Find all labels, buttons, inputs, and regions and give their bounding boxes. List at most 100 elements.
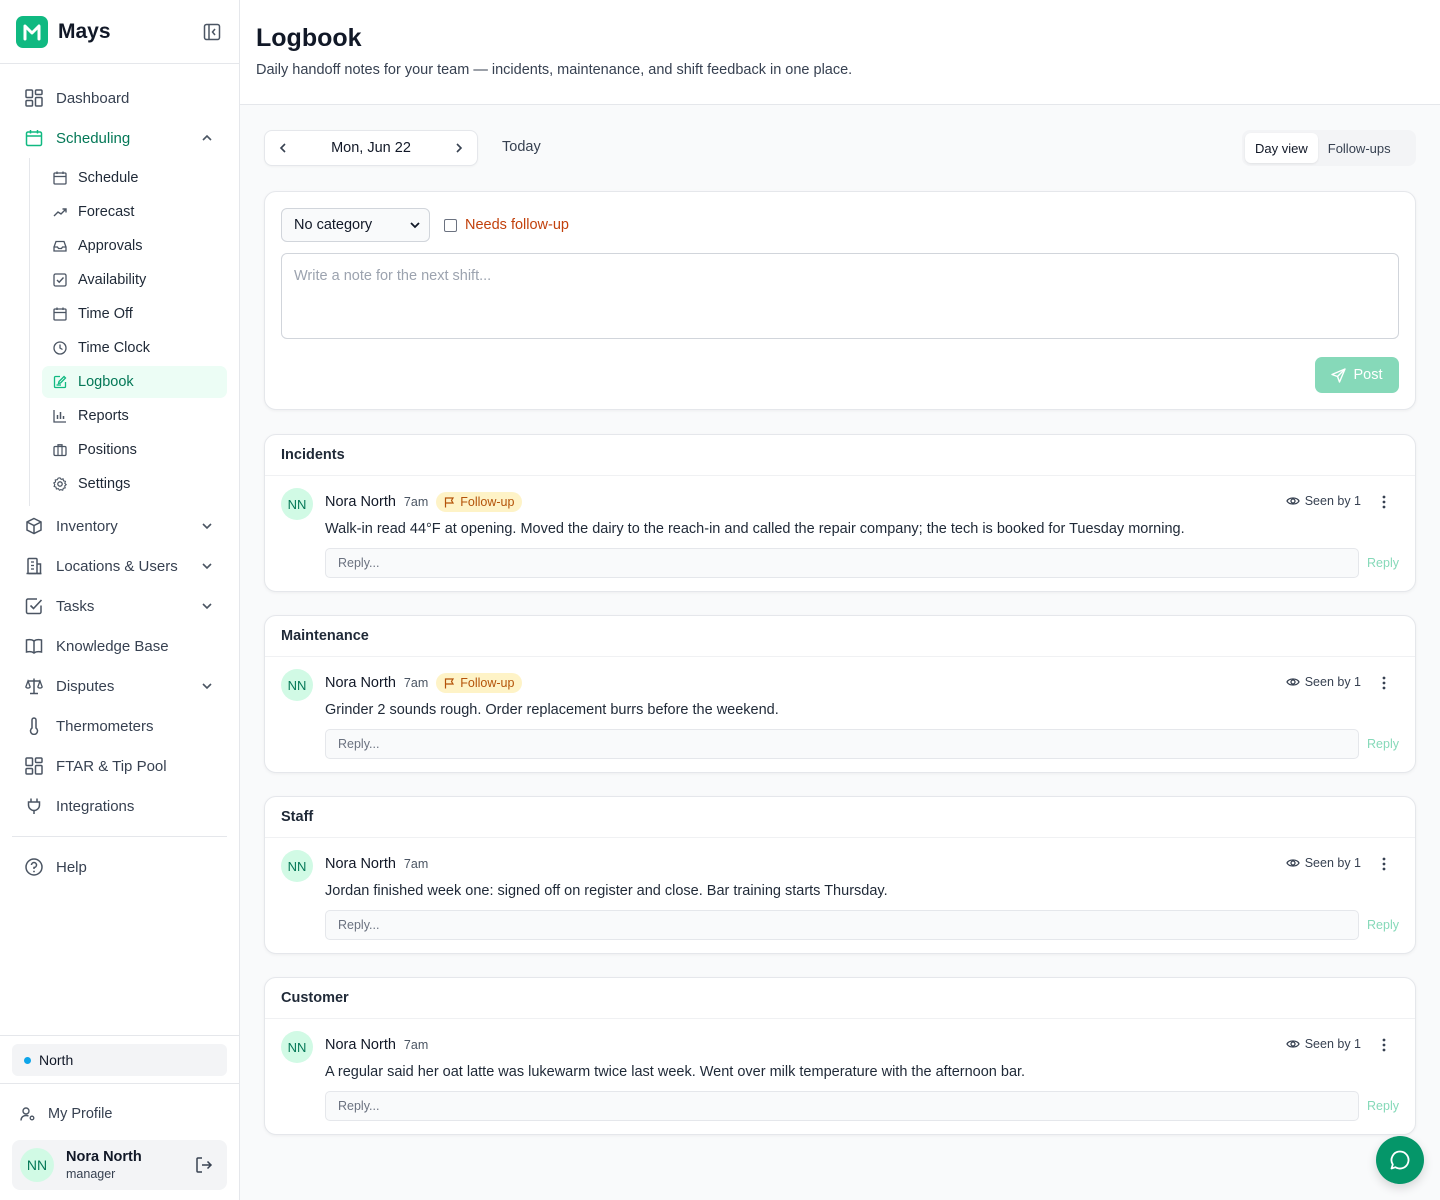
eye-icon: [1285, 1037, 1300, 1051]
calendar-icon: [52, 306, 68, 322]
seen-by[interactable]: Seen by 1: [1285, 856, 1361, 870]
reply-input[interactable]: Reply...: [325, 729, 1359, 759]
more-options-icon[interactable]: [1375, 674, 1393, 692]
reply-button[interactable]: Reply: [1367, 737, 1399, 751]
chat-button[interactable]: [1376, 1136, 1424, 1184]
sidebar-item-scheduling[interactable]: Scheduling: [0, 118, 239, 158]
subnav-item-schedule[interactable]: Schedule: [42, 162, 227, 194]
mays-logo-icon[interactable]: [16, 15, 48, 48]
profile-section: My Profile NN Nora North manager: [0, 1083, 239, 1200]
reply-input-placeholder: Reply...: [338, 918, 380, 932]
reply-button[interactable]: Reply: [1367, 1099, 1399, 1113]
reply-button[interactable]: Reply: [1367, 556, 1399, 570]
user-info: Nora North manager: [66, 1149, 142, 1181]
chevron-down-icon: [409, 219, 421, 235]
tab-day-view[interactable]: Day view: [1245, 133, 1318, 163]
post-button-label: Post: [1353, 367, 1383, 383]
gear-icon: [52, 476, 68, 492]
subnav-item-approvals[interactable]: Approvals: [42, 230, 227, 262]
current-date[interactable]: Mon, Jun 22: [301, 140, 441, 156]
subnav-item-settings[interactable]: Settings: [42, 468, 227, 500]
subnav-item-label: Time Off: [78, 306, 133, 322]
flag-icon: [444, 677, 455, 689]
sidebar-item-thermometers[interactable]: Thermometers: [0, 706, 239, 746]
avatar: NN: [281, 488, 313, 520]
sidebar-item-knowledge-base[interactable]: Knowledge Base: [0, 626, 239, 666]
prev-day-chevron-left-icon[interactable]: [265, 131, 301, 165]
section-title: Customer: [265, 978, 1415, 1019]
more-options-icon[interactable]: [1375, 855, 1393, 873]
more-options-icon[interactable]: [1375, 493, 1393, 511]
seen-by-label: Seen by 1: [1304, 494, 1361, 508]
nav-divider: [12, 836, 227, 837]
chevron-down-icon: [199, 678, 215, 694]
sidebar-item-inventory[interactable]: Inventory: [0, 506, 239, 546]
sidebar-item-label: FTAR & Tip Pool: [56, 757, 167, 775]
more-options-icon[interactable]: [1375, 1036, 1393, 1054]
section-title: Incidents: [265, 435, 1415, 476]
seen-by-label: Seen by 1: [1304, 1037, 1361, 1051]
reply-button[interactable]: Reply: [1367, 918, 1399, 932]
flag-icon: [444, 496, 455, 508]
seen-by[interactable]: Seen by 1: [1285, 494, 1361, 508]
needs-followup-checkbox[interactable]: [444, 218, 457, 232]
tab-follow-ups[interactable]: Follow-ups: [1318, 133, 1401, 163]
entry-body: A regular said her oat latte was lukewar…: [325, 1064, 1026, 1080]
subnav-item-forecast[interactable]: Forecast: [42, 196, 227, 228]
note-textarea-placeholder: Write a note for the next shift...: [294, 268, 492, 284]
composer-options: No category Needs follow-up: [281, 208, 569, 242]
logbook-toolbar: Mon, Jun 22 Today Day view Follow-ups: [264, 130, 1416, 166]
subnav-item-label: Logbook: [78, 374, 134, 390]
today-button[interactable]: Today: [502, 139, 541, 155]
user-card: NN Nora North manager: [12, 1140, 227, 1190]
entry-time: 7am: [403, 676, 429, 690]
subnav-item-positions[interactable]: Positions: [42, 434, 227, 466]
send-icon: [1331, 367, 1347, 383]
subnav-item-availability[interactable]: Availability: [42, 264, 227, 296]
section-title: Staff: [265, 797, 1415, 838]
sidebar-item-ftar-tip-pool[interactable]: FTAR & Tip Pool: [0, 746, 239, 786]
log-entry: NN Nora North 7am Seen by 1 A regular sa…: [265, 1019, 1415, 1134]
book-icon: [24, 636, 44, 656]
log-entry: NN Nora North 7am Follow-up Seen by 1 Gr…: [265, 657, 1415, 772]
sidebar-item-disputes[interactable]: Disputes: [0, 666, 239, 706]
subnav-item-logbook[interactable]: Logbook: [42, 366, 227, 398]
page-header: Logbook Daily handoff notes for your tea…: [240, 0, 1440, 105]
my-profile-link[interactable]: My Profile: [12, 1094, 227, 1134]
entry-body: Walk-in read 44°F at opening. Moved the …: [325, 521, 1185, 537]
category-select[interactable]: No category: [281, 208, 430, 242]
sidebar-item-tasks[interactable]: Tasks: [0, 586, 239, 626]
trend-icon: [52, 204, 68, 220]
post-button[interactable]: Post: [1315, 357, 1399, 393]
reply-input-placeholder: Reply...: [338, 1099, 380, 1113]
reply-input[interactable]: Reply...: [325, 910, 1359, 940]
user-role: manager: [66, 1167, 116, 1181]
logout-icon[interactable]: [195, 1156, 213, 1174]
seen-by[interactable]: Seen by 1: [1285, 675, 1361, 689]
collapse-sidebar-icon[interactable]: [201, 21, 223, 43]
reply-input[interactable]: Reply...: [325, 1091, 1359, 1121]
edit-icon: [52, 374, 68, 390]
calendar-icon: [52, 170, 68, 186]
inbox-icon: [52, 238, 68, 254]
view-toggle: Day view Follow-ups: [1242, 130, 1416, 166]
sidebar-item-dashboard[interactable]: Dashboard: [0, 78, 239, 118]
note-textarea[interactable]: Write a note for the next shift...: [281, 253, 1399, 339]
location-switcher[interactable]: North: [12, 1044, 227, 1076]
subnav-item-time-clock[interactable]: Time Clock: [42, 332, 227, 364]
sidebar-item-locations-users[interactable]: Locations & Users: [0, 546, 239, 586]
seen-by[interactable]: Seen by 1: [1285, 1037, 1361, 1051]
sidebar-item-label: Locations & Users: [56, 557, 178, 575]
scheduling-subnav: Schedule Forecast Approvals Availability…: [29, 158, 239, 506]
sidebar-item-help[interactable]: Help: [0, 847, 239, 887]
log-entry: NN Nora North 7am Seen by 1 Jordan finis…: [265, 838, 1415, 953]
entry-time: 7am: [403, 857, 429, 871]
sidebar-item-integrations[interactable]: Integrations: [0, 786, 239, 826]
location-section: North: [0, 1035, 239, 1084]
needs-followup-toggle[interactable]: Needs follow-up: [444, 217, 569, 233]
next-day-chevron-right-icon[interactable]: [441, 131, 477, 165]
subnav-item-time-off[interactable]: Time Off: [42, 298, 227, 330]
reply-input[interactable]: Reply...: [325, 548, 1359, 578]
avatar: NN: [281, 850, 313, 882]
subnav-item-reports[interactable]: Reports: [42, 400, 227, 432]
